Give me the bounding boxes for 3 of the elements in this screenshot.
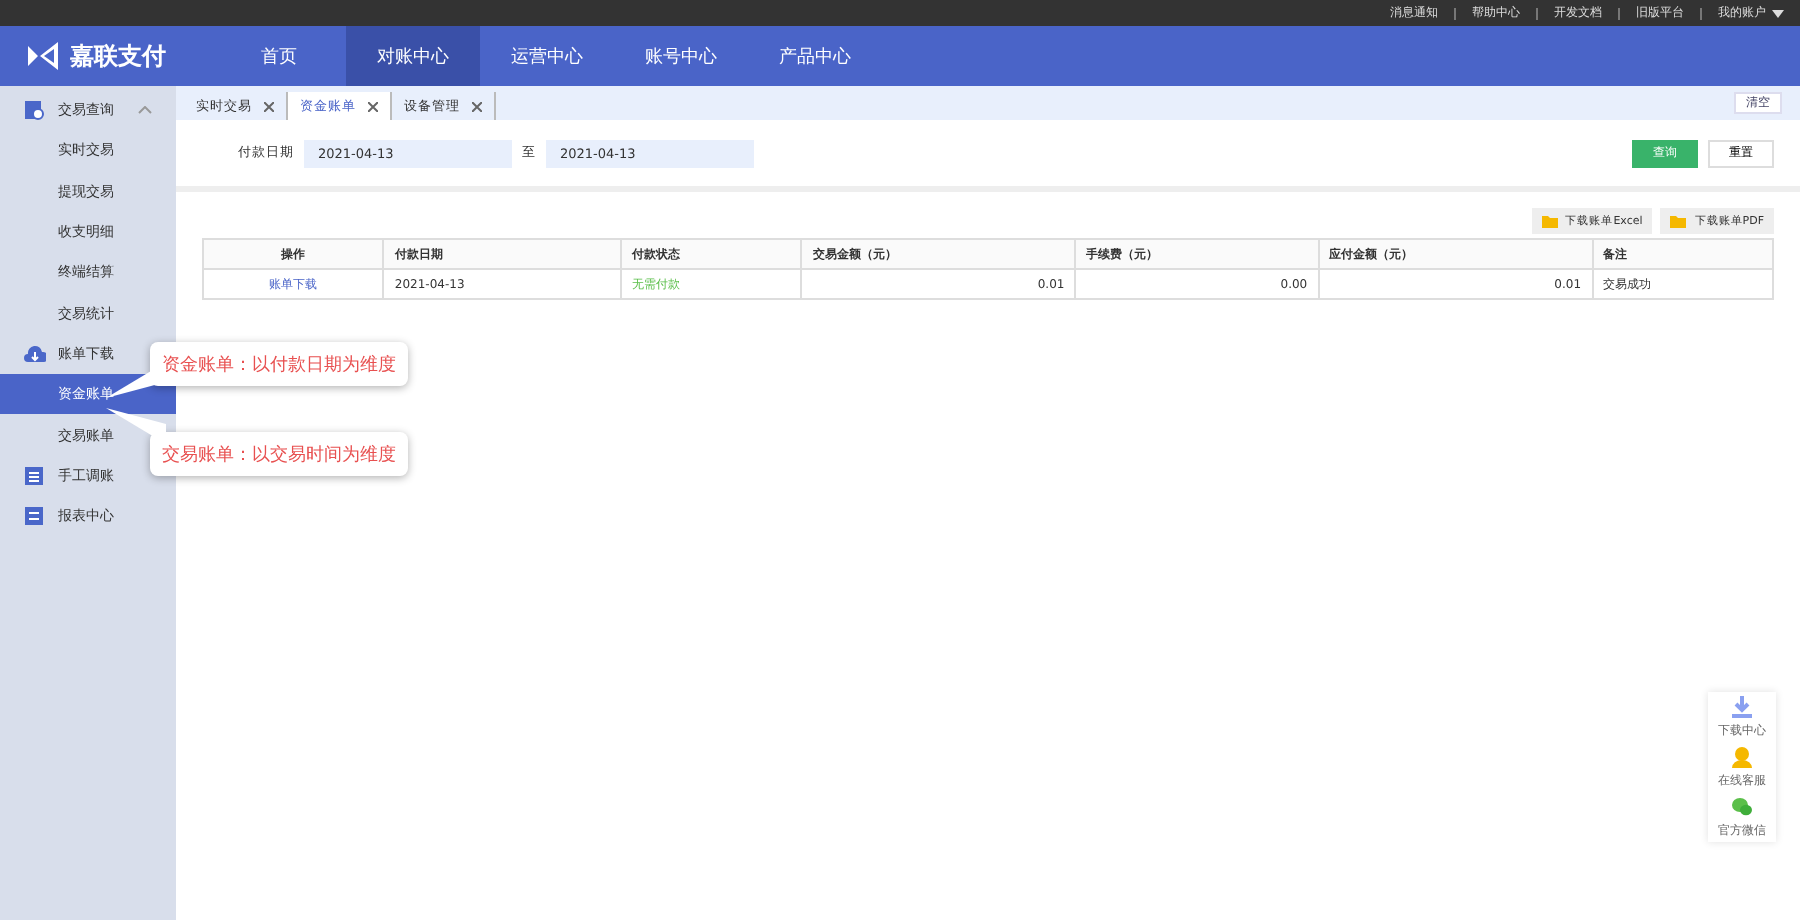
callout-text: 交易账单：以交易时间为维度 (162, 443, 396, 467)
callout-text: 资金账单：以付款日期为维度 (162, 353, 396, 377)
logo-text: 嘉联支付 (70, 39, 166, 73)
